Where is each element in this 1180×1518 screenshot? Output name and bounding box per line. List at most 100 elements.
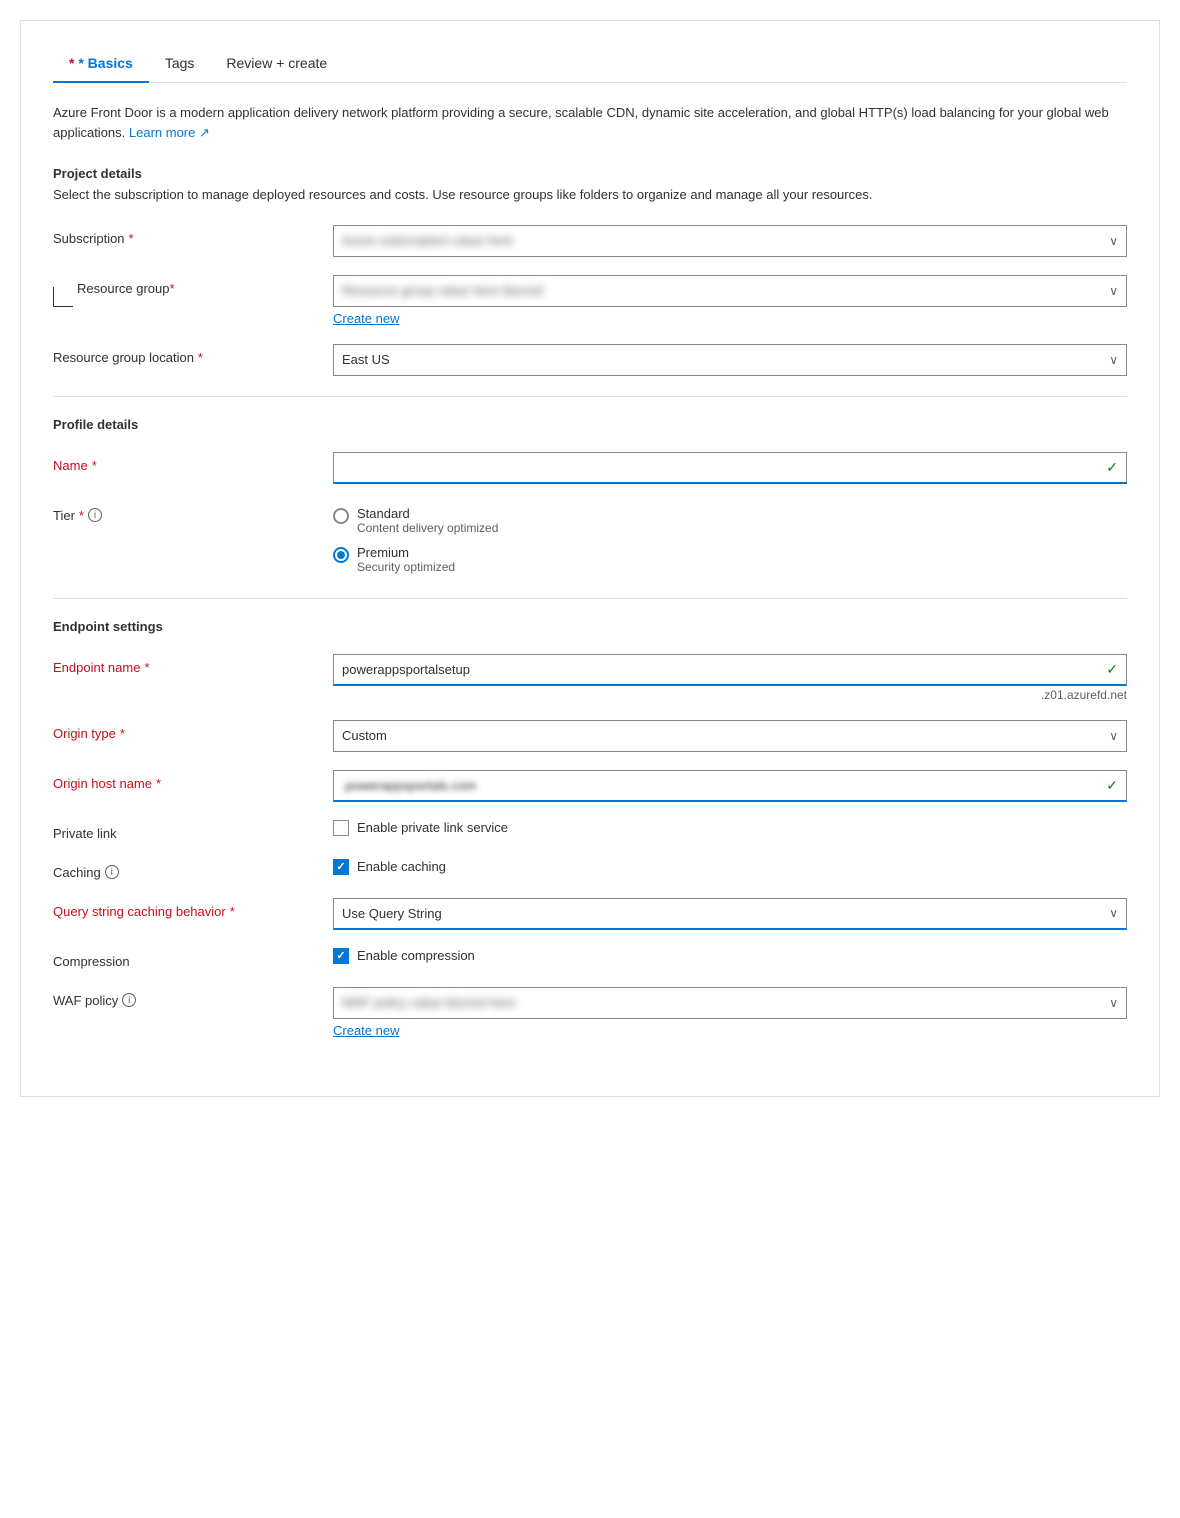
endpoint-name-row: Endpoint name * ✓ .z01.azurefd.net bbox=[53, 654, 1127, 702]
tab-review-create[interactable]: Review + create bbox=[210, 45, 343, 83]
query-string-caching-chevron-icon: ∨ bbox=[1109, 906, 1126, 920]
profile-details-header: Profile details bbox=[53, 417, 1127, 432]
tabs-bar: * * Basics Tags Review + create bbox=[53, 45, 1127, 83]
caching-label: Caching i bbox=[53, 859, 333, 880]
tier-info-icon[interactable]: i bbox=[88, 508, 102, 522]
private-link-control: Enable private link service bbox=[333, 820, 1127, 836]
origin-type-dropdown[interactable]: Custom ∨ bbox=[333, 720, 1127, 752]
waf-policy-info-icon[interactable]: i bbox=[122, 993, 136, 1007]
resource-group-control: Resource group value here blurred ∨ Crea… bbox=[333, 275, 1127, 326]
caching-checkbox-label: Enable caching bbox=[357, 859, 446, 874]
tier-premium-option[interactable]: Premium Security optimized bbox=[333, 541, 1127, 578]
subscription-control: Azure subscription value here ∨ bbox=[333, 225, 1127, 257]
origin-type-row: Origin type * Custom ∨ bbox=[53, 720, 1127, 752]
tier-standard-sublabel: Content delivery optimized bbox=[357, 521, 498, 535]
waf-policy-chevron-icon: ∨ bbox=[1109, 996, 1126, 1010]
name-row: Name * ✓ bbox=[53, 452, 1127, 484]
query-string-caching-control: Use Query String ∨ bbox=[333, 898, 1127, 930]
compression-checkbox-item[interactable]: Enable compression bbox=[333, 948, 1127, 964]
resource-group-create-new-link[interactable]: Create new bbox=[333, 311, 399, 326]
name-input[interactable] bbox=[334, 453, 1106, 482]
resource-group-chevron-icon: ∨ bbox=[1109, 284, 1126, 298]
resource-group-location-dropdown[interactable]: East US ∨ bbox=[333, 344, 1127, 376]
endpoint-name-input[interactable] bbox=[334, 655, 1106, 684]
endpoint-name-label: Endpoint name * bbox=[53, 654, 333, 675]
subscription-row: Subscription * Azure subscription value … bbox=[53, 225, 1127, 257]
resource-group-row: Resource group * Resource group value he… bbox=[53, 275, 1127, 326]
private-link-label: Private link bbox=[53, 820, 333, 841]
origin-host-name-input[interactable] bbox=[334, 771, 1106, 800]
caching-row: Caching i Enable caching bbox=[53, 859, 1127, 880]
tier-radio-group: Standard Content delivery optimized Prem… bbox=[333, 502, 1127, 578]
resource-group-location-control: East US ∨ bbox=[333, 344, 1127, 376]
tier-standard-option[interactable]: Standard Content delivery optimized bbox=[333, 502, 1127, 539]
tier-standard-radio[interactable] bbox=[333, 508, 349, 524]
endpoint-name-check-icon: ✓ bbox=[1106, 661, 1126, 678]
compression-label: Compression bbox=[53, 948, 333, 969]
compression-row: Compression Enable compression bbox=[53, 948, 1127, 969]
tier-label: Tier * i bbox=[53, 502, 333, 523]
page-container: * * Basics Tags Review + create Azure Fr… bbox=[20, 20, 1160, 1097]
section-divider-1 bbox=[53, 396, 1127, 397]
resource-group-location-label: Resource group location * bbox=[53, 344, 333, 365]
origin-type-chevron-icon: ∨ bbox=[1109, 729, 1126, 743]
subscription-chevron-icon: ∨ bbox=[1109, 234, 1126, 248]
name-control: ✓ bbox=[333, 452, 1127, 484]
endpoint-settings-header: Endpoint settings bbox=[53, 619, 1127, 634]
caching-control: Enable caching bbox=[333, 859, 1127, 875]
tier-premium-radio[interactable] bbox=[333, 547, 349, 563]
private-link-row: Private link Enable private link service bbox=[53, 820, 1127, 841]
compression-checkbox-label: Enable compression bbox=[357, 948, 475, 963]
resource-group-location-chevron-icon: ∨ bbox=[1109, 353, 1126, 367]
query-string-caching-row: Query string caching behavior * Use Quer… bbox=[53, 898, 1127, 930]
origin-host-name-label: Origin host name * bbox=[53, 770, 333, 791]
private-link-checkbox[interactable] bbox=[333, 820, 349, 836]
learn-more-link[interactable]: Learn more ↗ bbox=[129, 125, 210, 140]
tier-premium-sublabel: Security optimized bbox=[357, 560, 455, 574]
private-link-checkbox-item[interactable]: Enable private link service bbox=[333, 820, 1127, 836]
project-details-header: Project details bbox=[53, 166, 1127, 181]
project-details-section: Project details Select the subscription … bbox=[53, 166, 1127, 205]
waf-policy-create-new-link[interactable]: Create new bbox=[333, 1023, 399, 1038]
resource-group-value: Resource group value here blurred bbox=[334, 283, 1109, 298]
resource-group-label: Resource group * bbox=[53, 275, 333, 307]
origin-host-name-check-icon: ✓ bbox=[1106, 777, 1126, 794]
caching-checkbox-item[interactable]: Enable caching bbox=[333, 859, 1127, 875]
name-label: Name * bbox=[53, 452, 333, 473]
caching-info-icon[interactable]: i bbox=[105, 865, 119, 879]
origin-host-name-input-wrapper: ✓ bbox=[333, 770, 1127, 802]
resource-group-location-value: East US bbox=[334, 352, 1109, 367]
endpoint-name-control: ✓ .z01.azurefd.net bbox=[333, 654, 1127, 702]
waf-policy-row: WAF policy i WAF policy value blurred he… bbox=[53, 987, 1127, 1038]
origin-type-control: Custom ∨ bbox=[333, 720, 1127, 752]
project-details-desc: Select the subscription to manage deploy… bbox=[53, 185, 1127, 205]
endpoint-name-input-wrapper: ✓ bbox=[333, 654, 1127, 686]
subscription-dropdown[interactable]: Azure subscription value here ∨ bbox=[333, 225, 1127, 257]
indent-connector bbox=[53, 287, 73, 307]
waf-policy-control: WAF policy value blurred here ∨ Create n… bbox=[333, 987, 1127, 1038]
tab-basics[interactable]: * * Basics bbox=[53, 45, 149, 83]
endpoint-name-suffix: .z01.azurefd.net bbox=[333, 688, 1127, 702]
name-input-wrapper: ✓ bbox=[333, 452, 1127, 484]
tier-standard-label: Standard bbox=[357, 506, 498, 521]
name-check-icon: ✓ bbox=[1106, 459, 1126, 476]
tier-control: Standard Content delivery optimized Prem… bbox=[333, 502, 1127, 578]
origin-host-name-row: Origin host name * ✓ bbox=[53, 770, 1127, 802]
resource-group-location-row: Resource group location * East US ∨ bbox=[53, 344, 1127, 376]
tier-premium-label: Premium bbox=[357, 545, 455, 560]
origin-type-value: Custom bbox=[334, 728, 1109, 743]
waf-policy-label: WAF policy i bbox=[53, 987, 333, 1008]
tier-row: Tier * i Standard Content delivery optim… bbox=[53, 502, 1127, 578]
tab-tags[interactable]: Tags bbox=[149, 45, 211, 83]
compression-checkbox[interactable] bbox=[333, 948, 349, 964]
query-string-caching-label: Query string caching behavior * bbox=[53, 898, 333, 919]
subscription-value: Azure subscription value here bbox=[334, 233, 1109, 248]
resource-group-dropdown[interactable]: Resource group value here blurred ∨ bbox=[333, 275, 1127, 307]
origin-type-label: Origin type * bbox=[53, 720, 333, 741]
waf-policy-dropdown[interactable]: WAF policy value blurred here ∨ bbox=[333, 987, 1127, 1019]
caching-checkbox[interactable] bbox=[333, 859, 349, 875]
page-description: Azure Front Door is a modern application… bbox=[53, 103, 1127, 142]
query-string-caching-dropdown[interactable]: Use Query String ∨ bbox=[333, 898, 1127, 930]
private-link-checkbox-label: Enable private link service bbox=[357, 820, 508, 835]
query-string-caching-value: Use Query String bbox=[334, 906, 1109, 921]
